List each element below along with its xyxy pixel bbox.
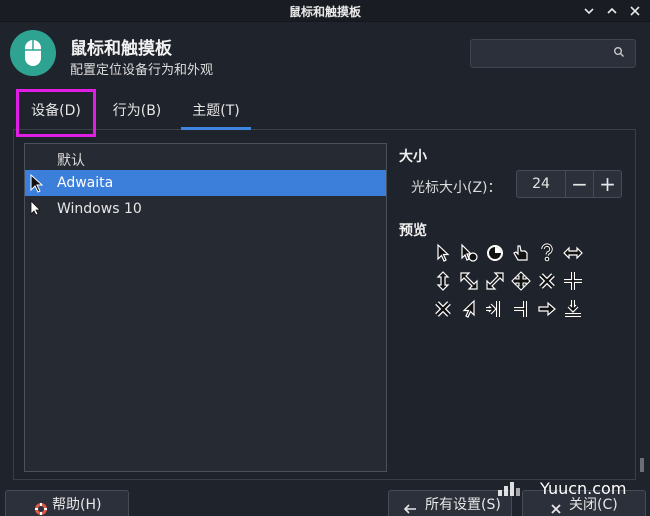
hand-icon — [510, 242, 532, 264]
arrow-icon — [30, 173, 44, 193]
minimize-icon — [584, 8, 594, 15]
list-header: 默认 — [57, 153, 85, 169]
pointer-help-icon — [458, 242, 480, 264]
x-cursor-icon — [536, 270, 558, 292]
search-input[interactable] — [470, 39, 636, 68]
list-item[interactable]: Windows 10 — [25, 196, 386, 222]
close-window-button[interactable] — [626, 2, 644, 20]
scroll-marker — [640, 458, 644, 472]
close-icon — [630, 6, 640, 16]
watermark-logo — [496, 478, 536, 500]
maximize-button[interactable] — [603, 2, 621, 20]
decrease-button[interactable]: − — [565, 171, 593, 197]
busy-icon — [484, 242, 506, 264]
list-item-label: Adwaita — [57, 175, 114, 191]
size-section-title: 大小 — [399, 149, 427, 165]
right-tee-icon — [510, 298, 532, 320]
all-settings-label: 所有设置(S) — [425, 497, 501, 513]
page-title: 鼠标和触摸板 — [70, 39, 172, 59]
question-icon — [536, 242, 558, 264]
window-title: 鼠标和触摸板 — [288, 5, 361, 19]
title-bar: 鼠标和触摸板 — [0, 0, 650, 22]
page-subtitle: 配置定位设备行为和外观 — [70, 63, 214, 78]
list-item[interactable]: Adwaita — [25, 170, 386, 196]
arrow-icon — [30, 200, 41, 216]
help-label: 帮助(H) — [52, 497, 102, 513]
all-settings-button[interactable]: 所有设置(S) — [388, 490, 512, 516]
search-icon — [613, 46, 625, 61]
move-icon — [510, 270, 532, 292]
cursor-size-value[interactable]: 24 — [517, 171, 565, 197]
tab-bar: 设备(D) 行为(B) 主题(T) — [13, 93, 636, 130]
back-arrow-icon — [403, 498, 417, 516]
increase-button[interactable]: + — [593, 171, 621, 197]
bottom-side-icon — [562, 298, 584, 320]
right-side-icon — [484, 298, 506, 320]
cursor-size-label: 光标大小(Z)： — [411, 180, 502, 196]
cursor-preview-grid — [432, 242, 590, 322]
resize-nw-icon — [458, 270, 480, 292]
right-arrow-cursor-icon — [458, 298, 480, 320]
right-arrow-icon — [536, 298, 558, 320]
crosshair-icon — [562, 270, 584, 292]
watermark: Yuucn.com — [496, 476, 646, 502]
preview-section-title: 预览 — [399, 223, 427, 239]
resize-se-icon — [484, 270, 506, 292]
header: 鼠标和触摸板 配置定位设备行为和外观 — [0, 22, 650, 92]
minimize-button[interactable] — [580, 2, 598, 20]
maximize-icon — [607, 7, 617, 14]
theme-list[interactable]: 默认 Adwaita Windows 10 — [24, 143, 387, 472]
arrow-icon — [432, 242, 454, 264]
tab-theme[interactable]: 主题(T) — [181, 93, 251, 130]
lifebuoy-icon — [34, 498, 48, 516]
help-button[interactable]: 帮助(H) — [5, 490, 129, 516]
cursor-size-stepper[interactable]: 24 − + — [516, 170, 622, 198]
watermark-text: Yuucn.com — [540, 479, 627, 498]
list-item-label: Windows 10 — [57, 201, 142, 217]
mouse-icon — [10, 30, 56, 76]
x-cursor-icon — [432, 298, 454, 320]
tab-behavior[interactable]: 行为(B) — [101, 93, 173, 130]
resize-horizontal-icon — [562, 242, 584, 264]
resize-vertical-icon — [432, 270, 454, 292]
